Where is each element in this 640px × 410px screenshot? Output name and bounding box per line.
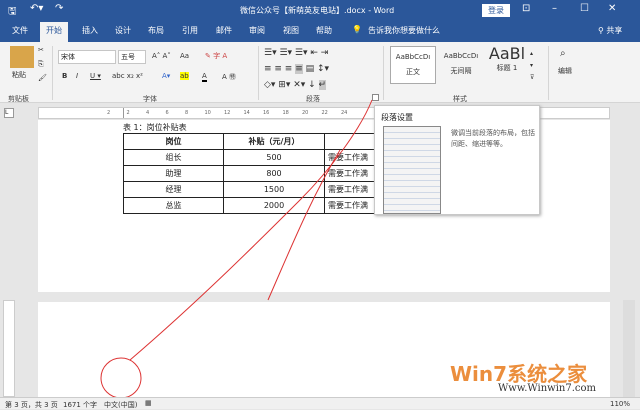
zoom-level[interactable]: 110% <box>610 400 630 408</box>
status-bar: 第 3 页，共 3 页 1671 个字 中文(中国) ▦ 110% <box>0 397 640 409</box>
watermark-url: Www.Winwin7.com <box>498 383 596 394</box>
red-annotation <box>100 99 373 399</box>
macro-icon[interactable]: ▦ <box>145 399 152 407</box>
